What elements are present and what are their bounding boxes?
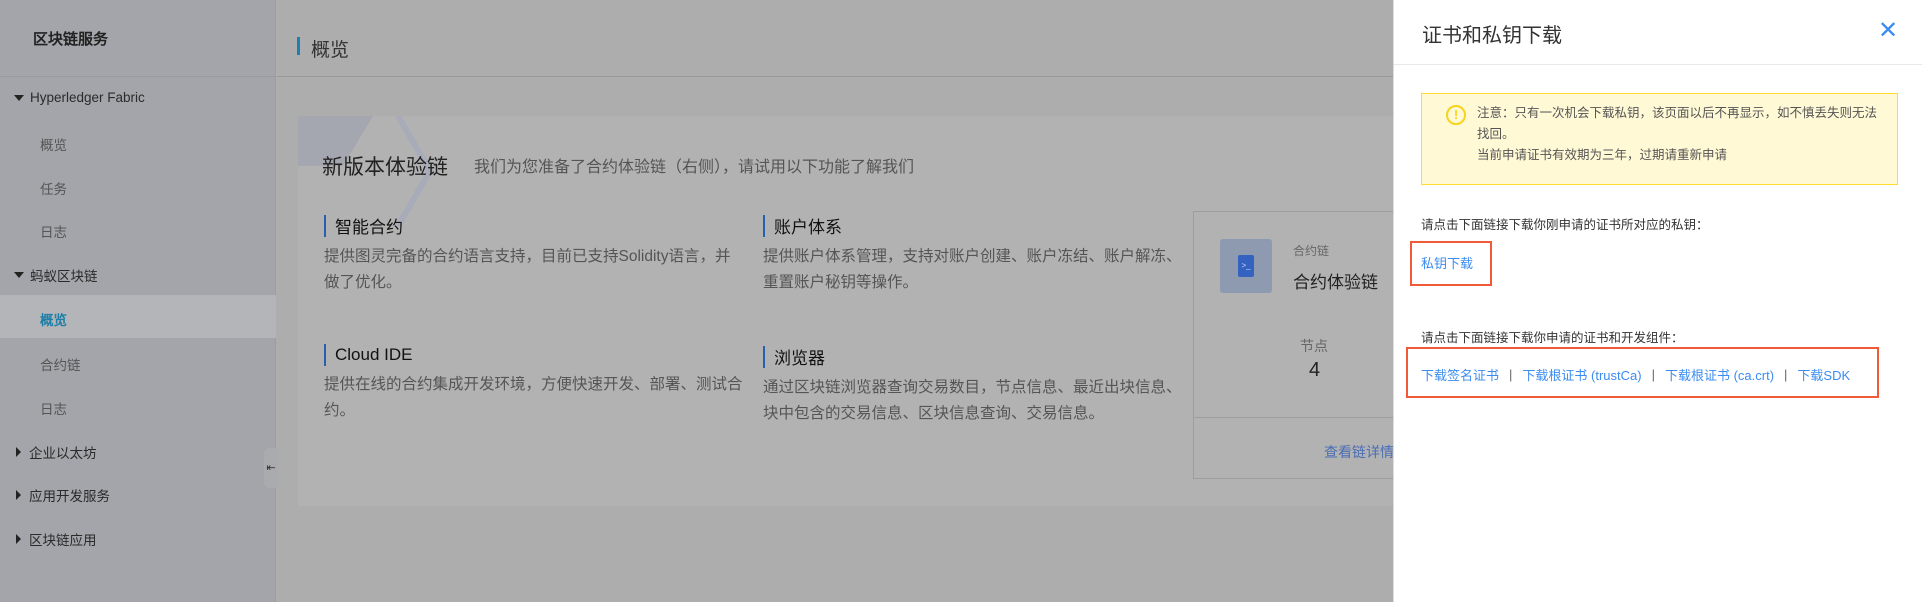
caret-right-icon	[16, 490, 21, 500]
nodes-value: 4	[1309, 359, 1321, 381]
group-label: 应用开发服务	[29, 489, 110, 504]
collapse-icon: ⇤	[266, 462, 276, 474]
close-icon[interactable]: ✕	[1878, 16, 1898, 45]
warning-alert: ! 注意：只有一次机会下载私钥，该页面以后不再显示，如不慎丢失则无法找回。 当前…	[1421, 93, 1898, 185]
download-root-cert-cacrt-link[interactable]: 下载根证书 (ca.crt)	[1665, 365, 1774, 384]
page-title: 概览	[311, 40, 350, 61]
cert-download-drawer: 证书和私钥下载 ✕ ! 注意：只有一次机会下载私钥，该页面以后不再显示，如不慎丢…	[1393, 0, 1922, 602]
alert-line: 当前申请证书有效期为三年，过期请重新申请	[1477, 148, 1728, 162]
feature-account-system: 账户体系 提供账户体系管理，支持对账户创建、账户冻结、账户解冻、重置账户秘钥等操…	[763, 213, 1183, 296]
feature-title: Cloud IDE	[335, 345, 413, 364]
feature-bar	[324, 214, 326, 237]
caret-down-icon	[14, 94, 24, 101]
sidebar-item-overview-active[interactable]: 概览	[40, 309, 67, 329]
cert-prompt: 请点击下面链接下载你申请的证书和开发组件：	[1421, 331, 1684, 345]
group-label: 区块链应用	[29, 533, 97, 548]
separator: |	[1651, 367, 1655, 382]
feature-title: 浏览器	[774, 349, 825, 368]
sidebar-item-overview[interactable]: 概览	[40, 134, 67, 154]
sidebar-title: 区块链服务	[33, 31, 109, 48]
nodes-label: 节点	[1300, 338, 1328, 354]
sidebar-group-app-dev[interactable]: 应用开发服务	[14, 485, 110, 505]
sidebar-item-tasks[interactable]: 任务	[40, 178, 67, 198]
feature-bar	[763, 214, 765, 237]
alert-line: 注意：只有一次机会下载私钥，该页面以后不再显示，如不慎丢失则无法找回。	[1477, 106, 1878, 141]
divider	[1394, 64, 1922, 65]
feature-desc: 通过区块链浏览器查询交易数目，节点信息、最近出块信息、块中包含的交易信息、区块信…	[763, 379, 1182, 422]
feature-bar	[324, 344, 326, 366]
sidebar-group-enterprise-ethereum[interactable]: 企业以太坊	[14, 442, 97, 462]
warning-icon: !	[1446, 105, 1466, 125]
sidebar-item-contract-chain[interactable]: 合约链	[40, 354, 81, 374]
private-key-prompt: 请点击下面链接下载你刚申请的证书所对应的私钥：	[1421, 218, 1709, 232]
sidebar-group-ant-blockchain[interactable]: 蚂蚁区块链	[14, 265, 98, 285]
caret-right-icon	[16, 447, 21, 457]
feature-browser: 浏览器 通过区块链浏览器查询交易数目，节点信息、最近出块信息、块中包含的交易信息…	[763, 344, 1183, 427]
feature-bar	[763, 345, 765, 368]
feature-title: 账户体系	[774, 218, 842, 237]
group-label: 企业以太坊	[29, 446, 97, 461]
view-chain-details-link[interactable]: 查看链详情	[1324, 442, 1394, 462]
private-key-download-link[interactable]: 私钥下载	[1421, 253, 1473, 272]
collapse-sidebar-handle[interactable]: ⇤	[264, 448, 278, 488]
download-sign-cert-link[interactable]: 下载签名证书	[1421, 365, 1499, 384]
chain-icon: >_	[1220, 239, 1272, 293]
group-label: Hyperledger Fabric	[30, 90, 145, 105]
feature-desc: 提供在线的合约集成开发环境，方便快速开发、部署、测试合约。	[324, 376, 743, 419]
download-sdk-link[interactable]: 下载SDK	[1797, 365, 1850, 384]
feature-smart-contract: 智能合约 提供图灵完备的合约语言支持，目前已支持Solidity语言，并做了优化…	[324, 213, 744, 296]
download-root-cert-trustca-link[interactable]: 下载根证书 (trustCa)	[1522, 365, 1641, 384]
alert-text: 注意：只有一次机会下载私钥，该页面以后不再显示，如不慎丢失则无法找回。 当前申请…	[1477, 103, 1887, 166]
header-accent-bar	[297, 37, 300, 55]
caret-down-icon	[14, 272, 24, 278]
feature-title: 智能合约	[335, 218, 403, 237]
chain-name: 合约体验链	[1293, 273, 1378, 292]
caret-right-icon	[16, 534, 21, 544]
cert-links: 下载签名证书 | 下载根证书 (trustCa) | 下载根证书 (ca.crt…	[1421, 365, 1850, 384]
separator: |	[1509, 367, 1513, 382]
divider	[1194, 417, 1394, 418]
feature-desc: 提供账户体系管理，支持对账户创建、账户冻结、账户解冻、重置账户秘钥等操作。	[763, 248, 1182, 291]
section-title: 新版本体验链	[322, 156, 448, 179]
divider	[0, 76, 276, 77]
separator: |	[1784, 367, 1788, 382]
sidebar-group-blockchain-apps[interactable]: 区块链应用	[14, 529, 97, 549]
drawer-title: 证书和私钥下载	[1422, 25, 1562, 47]
feature-desc: 提供图灵完备的合约语言支持，目前已支持Solidity语言，并做了优化。	[324, 248, 731, 291]
sidebar-group-hyperledger[interactable]: Hyperledger Fabric	[14, 90, 145, 105]
sidebar-item-logs[interactable]: 日志	[40, 221, 67, 241]
feature-cloud-ide: Cloud IDE 提供在线的合约集成开发环境，方便快速开发、部署、测试合约。	[324, 344, 744, 424]
sidebar: 区块链服务 Hyperledger Fabric 概览 任务 日志 蚂蚁区块链 …	[0, 0, 276, 602]
section-subtitle: 我们为您准备了合约体验链（右侧），请试用以下功能了解我们	[474, 159, 915, 176]
terminal-file-icon: >_	[1238, 255, 1254, 277]
chain-type-label: 合约链	[1293, 244, 1330, 258]
sidebar-item-logs-2[interactable]: 日志	[40, 398, 67, 418]
group-label: 蚂蚁区块链	[30, 269, 98, 284]
divider	[277, 76, 1397, 77]
